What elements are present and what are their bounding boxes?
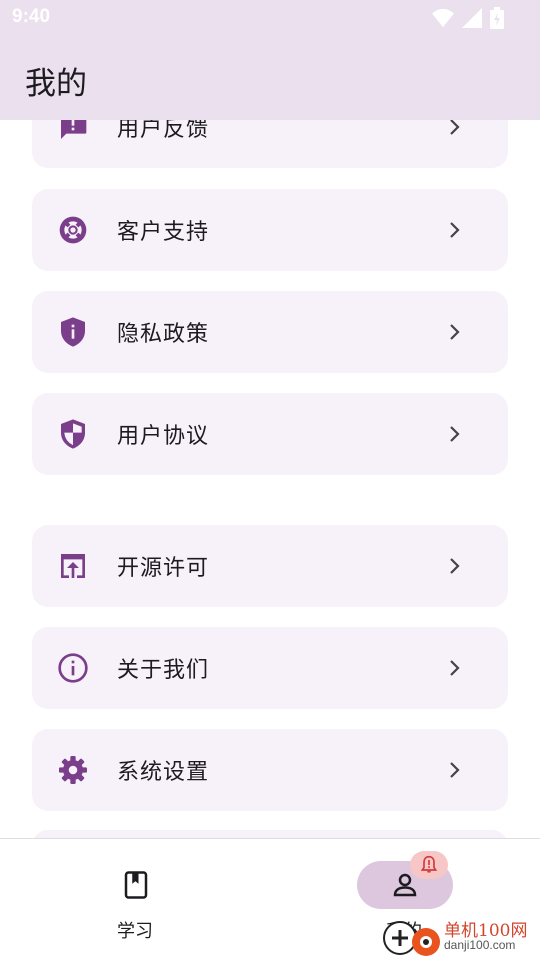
bell-alert-icon — [420, 855, 438, 873]
watermark: 单机100网 danji100.com — [380, 914, 540, 960]
chevron-right-icon — [450, 660, 460, 676]
lifebuoy-icon — [56, 213, 90, 247]
menu-item-user-agreement[interactable]: 用户协议 — [32, 393, 508, 475]
shield-info-icon — [56, 315, 90, 349]
shield-half-icon — [56, 417, 90, 451]
menu-item-about-us[interactable]: 关于我们 — [32, 627, 508, 709]
menu-item-privacy-policy[interactable]: 隐私政策 — [32, 291, 508, 373]
menu-item-support[interactable]: 客户支持 — [32, 189, 508, 271]
info-icon — [56, 651, 90, 685]
menu-item-open-source[interactable]: 开源许可 — [32, 525, 508, 607]
chevron-right-icon — [450, 762, 460, 778]
watermark-subtext: danji100.com — [444, 938, 516, 952]
menu-item-system-settings[interactable]: 系统设置 — [32, 729, 508, 811]
watermark-logo-icon — [383, 921, 440, 956]
chevron-right-icon — [450, 426, 460, 442]
menu-item-label: 隐私政策 — [117, 322, 210, 347]
nav-label: 学习 — [117, 921, 153, 942]
book-icon — [124, 871, 148, 899]
menu-item-label: 客户支持 — [117, 220, 210, 245]
menu-item-partial[interactable] — [32, 830, 508, 838]
nav-item-study[interactable]: 学习 — [35, 839, 235, 960]
menu-item-label: 开源许可 — [117, 556, 210, 581]
notification-badge — [410, 851, 448, 879]
chevron-right-icon — [450, 119, 460, 135]
app-bar: 我的 — [0, 36, 540, 120]
chevron-right-icon — [450, 222, 460, 238]
settings-list[interactable]: 用户反馈 客户支持 隐私政策 用户协议 开源许可 关于我们 系统设置 — [0, 0, 540, 838]
open-in-new-icon — [56, 549, 90, 583]
menu-item-label: 系统设置 — [117, 760, 210, 785]
gear-icon — [56, 753, 90, 787]
chevron-right-icon — [450, 558, 460, 574]
menu-item-label: 关于我们 — [117, 658, 210, 683]
nav-pill — [88, 861, 184, 909]
chevron-right-icon — [450, 324, 460, 340]
menu-item-label: 用户协议 — [117, 424, 210, 449]
page-title: 我的 — [25, 66, 87, 102]
